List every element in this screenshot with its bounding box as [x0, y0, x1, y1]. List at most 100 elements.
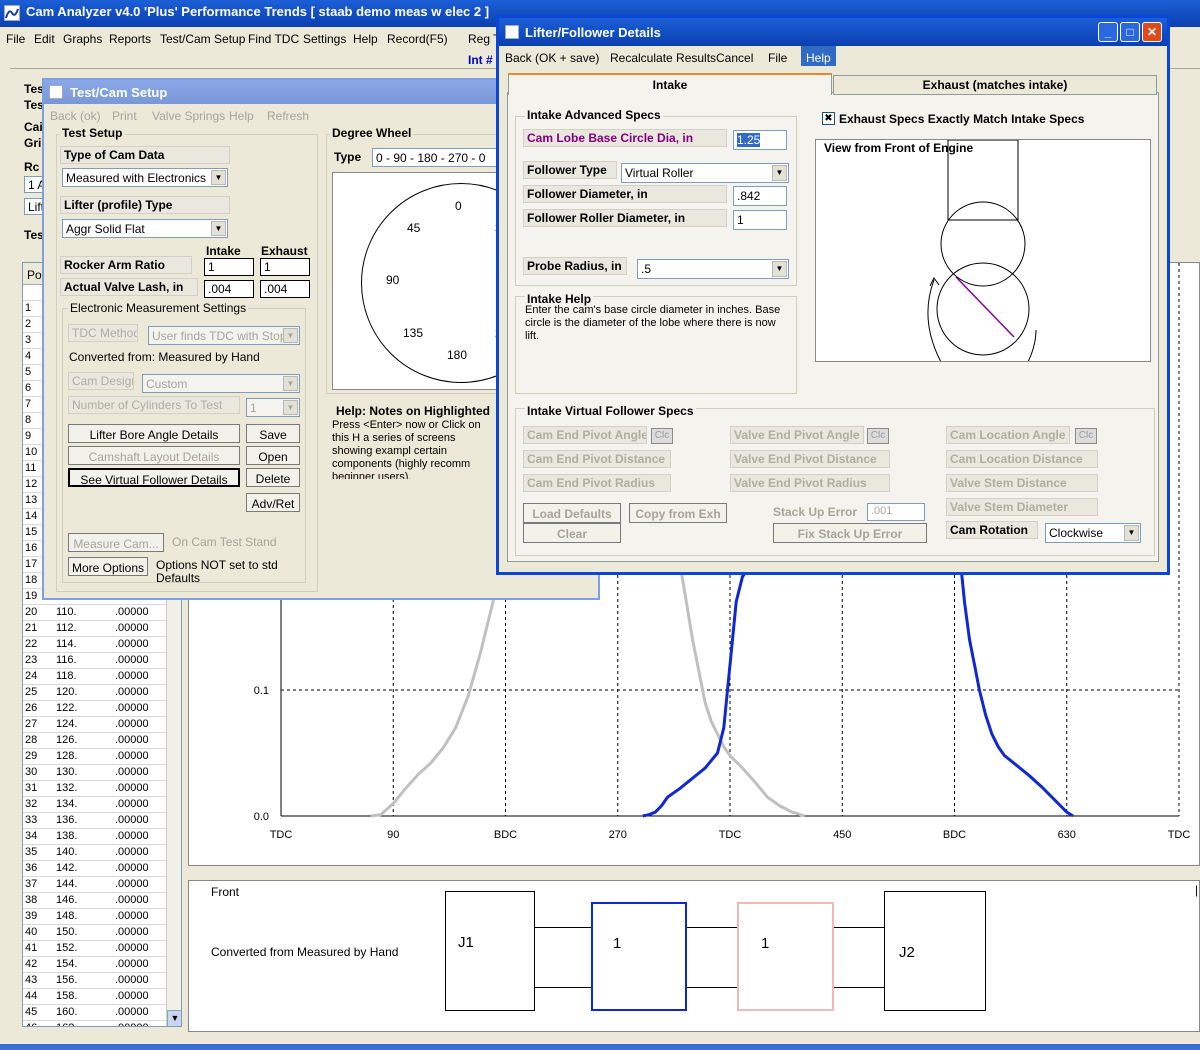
- table-row[interactable]: 43 156. .00000: [23, 972, 166, 988]
- table-row[interactable]: 21 112. .00000: [23, 620, 166, 636]
- type-of-cam-data-select[interactable]: Measured with Electronics ▼: [62, 168, 228, 187]
- menu-reports[interactable]: Reports: [109, 32, 151, 46]
- delete-button[interactable]: Delete: [246, 468, 300, 487]
- lobe-box-exhaust[interactable]: 1: [737, 902, 834, 1011]
- table-row[interactable]: 36 142. .00000: [23, 860, 166, 876]
- journal-box-j2[interactable]: J2: [884, 891, 986, 1011]
- menu-help[interactable]: Help: [353, 32, 378, 46]
- table-row[interactable]: 22 114. .00000: [23, 636, 166, 652]
- lifter-type-label: Lifter (profile) Type: [60, 196, 230, 214]
- more-options-button[interactable]: More Options: [68, 557, 148, 576]
- copy-from-exh-button[interactable]: Copy from Exh: [629, 503, 727, 523]
- scroll-down-button[interactable]: ▼: [167, 1010, 181, 1026]
- num-cylinders-label: Number of Cylinders To Test: [68, 396, 240, 414]
- lobe-box-intake[interactable]: 1: [591, 902, 687, 1011]
- testcam-menu-refresh[interactable]: Refresh: [267, 109, 309, 123]
- table-row[interactable]: 39 148. .00000: [23, 908, 166, 924]
- maximize-icon[interactable]: □: [1120, 22, 1140, 42]
- menu-settings[interactable]: Settings: [303, 32, 346, 46]
- table-row[interactable]: 31 132. .00000: [23, 780, 166, 796]
- exhaust-match-checkbox[interactable]: ✖: [822, 112, 835, 125]
- testcam-menu-back[interactable]: Back (ok): [50, 109, 101, 123]
- right-edge-mark: |: [1195, 883, 1199, 897]
- table-row[interactable]: 45 160. .00000: [23, 1004, 166, 1020]
- roller-diameter-input[interactable]: 1: [733, 210, 787, 230]
- load-defaults-button[interactable]: Load Defaults: [523, 503, 621, 523]
- journal-box-j1[interactable]: J1: [445, 891, 535, 1011]
- rocker-ratio-exhaust-input[interactable]: 1: [260, 258, 310, 276]
- valve-lash-exhaust-input[interactable]: .004: [260, 280, 310, 298]
- lifter-type-select[interactable]: Aggr Solid Flat ▼: [62, 219, 228, 238]
- row-index: 35: [25, 846, 38, 858]
- lifter-menu-file[interactable]: File: [768, 51, 787, 65]
- follower-diameter-input[interactable]: .842: [733, 186, 787, 206]
- lifter-bore-angle-button[interactable]: Lifter Bore Angle Details: [68, 424, 240, 443]
- lifter-menu-recalculate[interactable]: Recalculate Results: [610, 51, 716, 65]
- testcam-menu-help[interactable]: Help: [229, 109, 254, 123]
- table-row[interactable]: 30 130. .00000: [23, 764, 166, 780]
- table-row[interactable]: 37 144. .00000: [23, 876, 166, 892]
- tab-exhaust-label: Exhaust (matches intake): [922, 78, 1068, 92]
- save-button[interactable]: Save: [246, 424, 300, 443]
- side-lift[interactable]: Lift: [24, 198, 44, 215]
- see-virtual-follower-button[interactable]: See Virtual Follower Details: [68, 468, 240, 487]
- side-input[interactable]: 1 A: [24, 176, 44, 193]
- menu-test-cam-setup[interactable]: Test/Cam Setup: [160, 32, 245, 46]
- table-row[interactable]: 42 154. .00000: [23, 956, 166, 972]
- table-row[interactable]: 33 136. .00000: [23, 812, 166, 828]
- stack-up-error-input[interactable]: .001: [867, 503, 925, 521]
- adv-ret-button[interactable]: Adv/Ret: [246, 493, 300, 512]
- table-row[interactable]: 28 126. .00000: [23, 732, 166, 748]
- minimize-icon[interactable]: _: [1098, 22, 1118, 42]
- lifter-menu-bar: Back (OK + save) Recalculate Results Can…: [499, 46, 1167, 66]
- table-row[interactable]: 32 134. .00000: [23, 796, 166, 812]
- base-circle-input[interactable]: 1.25: [733, 130, 787, 150]
- row-angle: 134.: [56, 798, 78, 810]
- menu-edit[interactable]: Edit: [34, 32, 55, 46]
- camshaft-layout-button[interactable]: Camshaft Layout Details: [68, 446, 240, 465]
- table-row[interactable]: 23 116. .00000: [23, 652, 166, 668]
- table-row[interactable]: 40 150. .00000: [23, 924, 166, 940]
- menu-file[interactable]: File: [6, 32, 25, 46]
- open-button[interactable]: Open: [246, 446, 300, 465]
- close-icon[interactable]: ✕: [1142, 22, 1162, 42]
- table-row[interactable]: 29 128. .00000: [23, 748, 166, 764]
- num-cylinders-select[interactable]: 1 ▼: [246, 398, 300, 417]
- cam-design-select[interactable]: Custom ▼: [142, 374, 300, 393]
- rocker-ratio-intake-input[interactable]: 1: [204, 258, 254, 276]
- table-row[interactable]: 41 152. .00000: [23, 940, 166, 956]
- table-row[interactable]: 38 146. .00000: [23, 892, 166, 908]
- tdc-method-select[interactable]: User finds TDC with Stops ▼: [148, 326, 300, 345]
- lifter-menu-cancel[interactable]: Cancel: [716, 51, 753, 65]
- table-row[interactable]: 25 120. .00000: [23, 684, 166, 700]
- y-tick-label: 0.1: [254, 685, 269, 697]
- table-row[interactable]: 24 118. .00000: [23, 668, 166, 684]
- clear-button[interactable]: Clear: [523, 523, 621, 543]
- cam-rotation-select[interactable]: Clockwise ▼: [1045, 523, 1141, 543]
- menu-graphs[interactable]: Graphs: [63, 32, 102, 46]
- fix-stack-up-error-button[interactable]: Fix Stack Up Error: [773, 523, 927, 543]
- probe-radius-select[interactable]: .5 ▼: [637, 259, 789, 279]
- table-row[interactable]: 27 124. .00000: [23, 716, 166, 732]
- degree-wheel-type-value[interactable]: 0 - 90 - 180 - 270 - 0: [372, 148, 512, 167]
- table-row[interactable]: 44 158. .00000: [23, 988, 166, 1004]
- cam-end-pivot-angle-clc-button[interactable]: Clc: [651, 428, 673, 444]
- table-row[interactable]: 26 122. .00000: [23, 700, 166, 716]
- table-row[interactable]: 34 138. .00000: [23, 828, 166, 844]
- lifter-menu-back-ok-save[interactable]: Back (OK + save): [505, 51, 599, 65]
- valve-end-pivot-angle-clc-button[interactable]: Clc: [867, 428, 889, 444]
- table-row[interactable]: 35 140. .00000: [23, 844, 166, 860]
- table-row[interactable]: 46 162. .00000: [23, 1020, 166, 1026]
- menu-record[interactable]: Record(F5): [387, 32, 448, 46]
- menu-find-tdc[interactable]: Find TDC: [248, 32, 299, 46]
- cam-location-angle-clc-button[interactable]: Clc: [1075, 428, 1097, 444]
- tab-intake[interactable]: Intake: [508, 73, 832, 95]
- testcam-menu-print[interactable]: Print: [112, 109, 137, 123]
- table-row[interactable]: 20 110. .00000: [23, 604, 166, 620]
- tab-exhaust[interactable]: Exhaust (matches intake): [833, 75, 1157, 95]
- lifter-menu-help[interactable]: Help: [801, 46, 836, 66]
- valve-lash-intake-input[interactable]: .004: [204, 280, 254, 298]
- measure-cam-button[interactable]: Measure Cam...: [68, 533, 164, 552]
- testcam-menu-valve-springs[interactable]: Valve Springs: [152, 109, 225, 123]
- follower-type-select[interactable]: Virtual Roller ▼: [621, 163, 789, 183]
